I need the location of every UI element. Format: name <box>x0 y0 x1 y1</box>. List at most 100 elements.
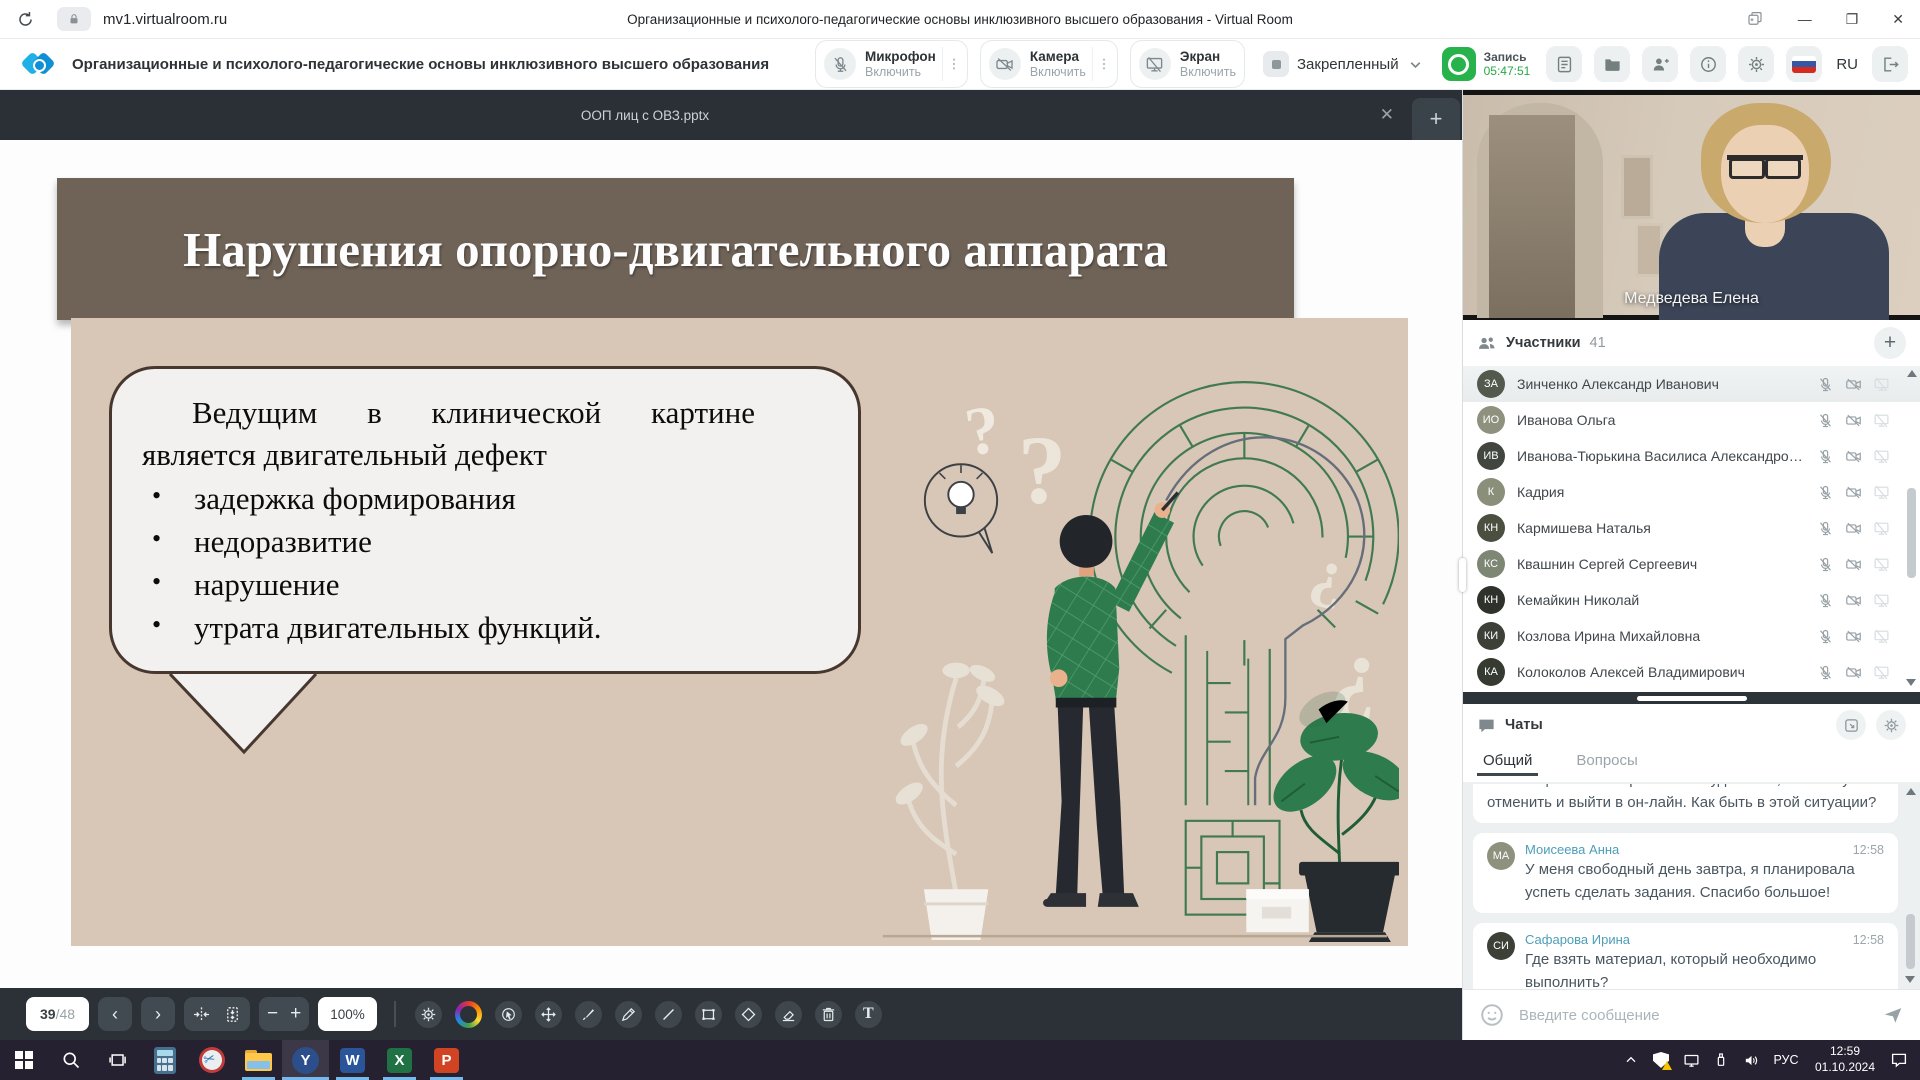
mic-muted-icon[interactable] <box>1817 556 1834 573</box>
brush-tool-button[interactable] <box>575 1001 602 1028</box>
participant-row[interactable]: КН Кемайкин Николай <box>1463 582 1920 618</box>
camera-muted-icon[interactable] <box>1845 376 1862 393</box>
eraser-tool-button[interactable] <box>775 1001 802 1028</box>
add-participant-button[interactable]: + <box>1874 327 1906 359</box>
participant-row-partial[interactable] <box>1463 690 1920 692</box>
camera-muted-icon[interactable] <box>1845 592 1862 609</box>
annotation-settings-button[interactable] <box>415 1001 442 1028</box>
panel-divider[interactable] <box>1463 692 1920 704</box>
defender-icon[interactable] <box>1646 1052 1676 1068</box>
camera-muted-icon[interactable] <box>1845 664 1862 681</box>
participants-scrollbar[interactable] <box>1905 368 1918 690</box>
participant-row[interactable]: КИ Козлова Ирина Михайловна <box>1463 618 1920 654</box>
leave-room-button[interactable] <box>1872 46 1908 82</box>
camera-muted-icon[interactable] <box>1845 448 1862 465</box>
chat-tab-general[interactable]: Общий <box>1483 746 1532 769</box>
usb-icon[interactable] <box>1706 1052 1736 1068</box>
participant-row[interactable]: КС Квашнин Сергей Сергеевич <box>1463 546 1920 582</box>
address-bar-url[interactable]: mv1.virtualroom.ru <box>103 11 227 28</box>
taskbar-search-button[interactable] <box>47 1040 94 1080</box>
mic-muted-icon[interactable] <box>1817 664 1834 681</box>
camera-control[interactable]: КамераВключить <box>980 40 1118 88</box>
site-security-chip[interactable] <box>57 7 91 31</box>
divider-handle[interactable] <box>1637 696 1747 701</box>
mic-muted-icon[interactable] <box>1817 376 1834 393</box>
participant-row[interactable]: КА Колоколов Алексей Владимирович <box>1463 654 1920 690</box>
scroll-down-arrow[interactable] <box>1905 976 1915 983</box>
taskbar-snipping-tool[interactable] <box>188 1040 235 1080</box>
add-to-collection-icon[interactable] <box>1746 10 1764 28</box>
send-message-button[interactable] <box>1882 1004 1904 1026</box>
zoom-in-button[interactable]: + <box>290 1003 301 1025</box>
files-button[interactable] <box>1594 46 1630 82</box>
camera-options-button[interactable] <box>1092 47 1115 81</box>
add-presentation-tab[interactable]: + <box>1412 98 1460 140</box>
sidebar-resize-handle[interactable] <box>1459 558 1466 592</box>
color-picker-button[interactable] <box>455 1001 482 1028</box>
mic-muted-icon[interactable] <box>1817 592 1834 609</box>
minimize-button[interactable]: — <box>1798 11 1812 27</box>
pen-tool-button[interactable] <box>615 1001 642 1028</box>
taskbar-yandex-browser[interactable]: Y <box>282 1040 329 1080</box>
notification-center-button[interactable] <box>1884 1051 1914 1069</box>
mic-muted-icon[interactable] <box>1817 520 1834 537</box>
volume-icon[interactable] <box>1736 1052 1766 1069</box>
scroll-down-arrow[interactable] <box>1906 679 1916 686</box>
chat-popout-button[interactable] <box>1836 710 1866 740</box>
notes-button[interactable] <box>1546 46 1582 82</box>
chat-settings-button[interactable] <box>1876 710 1906 740</box>
participant-row[interactable]: КН Кармишева Наталья <box>1463 510 1920 546</box>
zoom-level[interactable]: 100% <box>318 997 377 1031</box>
participant-row[interactable]: ЗА Зинченко Александр Иванович <box>1463 366 1920 402</box>
rectangle-tool-button[interactable] <box>695 1001 722 1028</box>
chat-scrollbar[interactable] <box>1904 786 1917 987</box>
reload-icon[interactable] <box>16 10 35 29</box>
settings-button[interactable] <box>1738 46 1774 82</box>
clock[interactable]: 12:59 01.10.2024 <box>1806 1044 1884 1075</box>
scroll-thumb[interactable] <box>1907 488 1916 578</box>
line-tool-button[interactable] <box>655 1001 682 1028</box>
info-button[interactable] <box>1690 46 1726 82</box>
scroll-up-arrow[interactable] <box>1906 788 1916 795</box>
mic-muted-icon[interactable] <box>1817 628 1834 645</box>
participant-row[interactable]: ИО Иванова Ольга <box>1463 402 1920 438</box>
close-window-button[interactable]: ✕ <box>1892 11 1904 28</box>
camera-muted-icon[interactable] <box>1845 484 1862 501</box>
move-tool-button[interactable] <box>535 1001 562 1028</box>
participant-row[interactable]: К Кадрия <box>1463 474 1920 510</box>
scroll-up-arrow[interactable] <box>1907 370 1917 377</box>
microphone-control[interactable]: МикрофонВключить <box>815 40 968 88</box>
taskbar-excel[interactable]: X <box>376 1040 423 1080</box>
fit-width-button[interactable] <box>192 1005 211 1024</box>
camera-muted-icon[interactable] <box>1845 412 1862 429</box>
mic-options-button[interactable] <box>942 47 965 81</box>
invite-user-button[interactable] <box>1642 46 1678 82</box>
network-icon[interactable] <box>1676 1052 1706 1069</box>
mic-muted-icon[interactable] <box>1817 412 1834 429</box>
participant-row[interactable]: ИВ Иванова-Тюрькина Василиса Александров… <box>1463 438 1920 474</box>
text-tool-button[interactable]: T <box>855 1001 882 1028</box>
mic-muted-icon[interactable] <box>1817 484 1834 501</box>
zoom-out-button[interactable]: − <box>267 1003 278 1025</box>
clear-annotations-button[interactable] <box>815 1001 842 1028</box>
taskbar-calculator[interactable] <box>141 1040 188 1080</box>
presentation-tab[interactable]: ООП лиц с ОВЗ.pptx <box>0 108 1290 123</box>
emoji-button[interactable] <box>1479 1002 1505 1028</box>
next-slide-button[interactable]: › <box>141 997 175 1031</box>
prev-slide-button[interactable]: ‹ <box>98 997 132 1031</box>
chat-message-list[interactable]: аттестации - с иностранными студентами, … <box>1463 784 1920 989</box>
taskbar-powerpoint[interactable]: P <box>423 1040 470 1080</box>
scroll-thumb[interactable] <box>1906 914 1915 969</box>
slide-canvas[interactable]: Нарушения опорно-двигательного аппарата … <box>0 140 1462 988</box>
recording-indicator[interactable]: Запись05:47:51 <box>1442 47 1531 81</box>
camera-muted-icon[interactable] <box>1845 556 1862 573</box>
speaker-video-tile[interactable]: Медведева Елена <box>1463 90 1920 320</box>
keyboard-layout[interactable]: РУС <box>1766 1053 1806 1067</box>
restore-button[interactable]: ❐ <box>1846 11 1859 28</box>
mic-muted-icon[interactable] <box>1817 448 1834 465</box>
task-view-button[interactable] <box>94 1040 141 1080</box>
shape-tool-button[interactable] <box>735 1001 762 1028</box>
language-flag-button[interactable] <box>1786 46 1822 82</box>
chat-message-input[interactable] <box>1517 1006 1870 1025</box>
start-button[interactable] <box>0 1040 47 1080</box>
